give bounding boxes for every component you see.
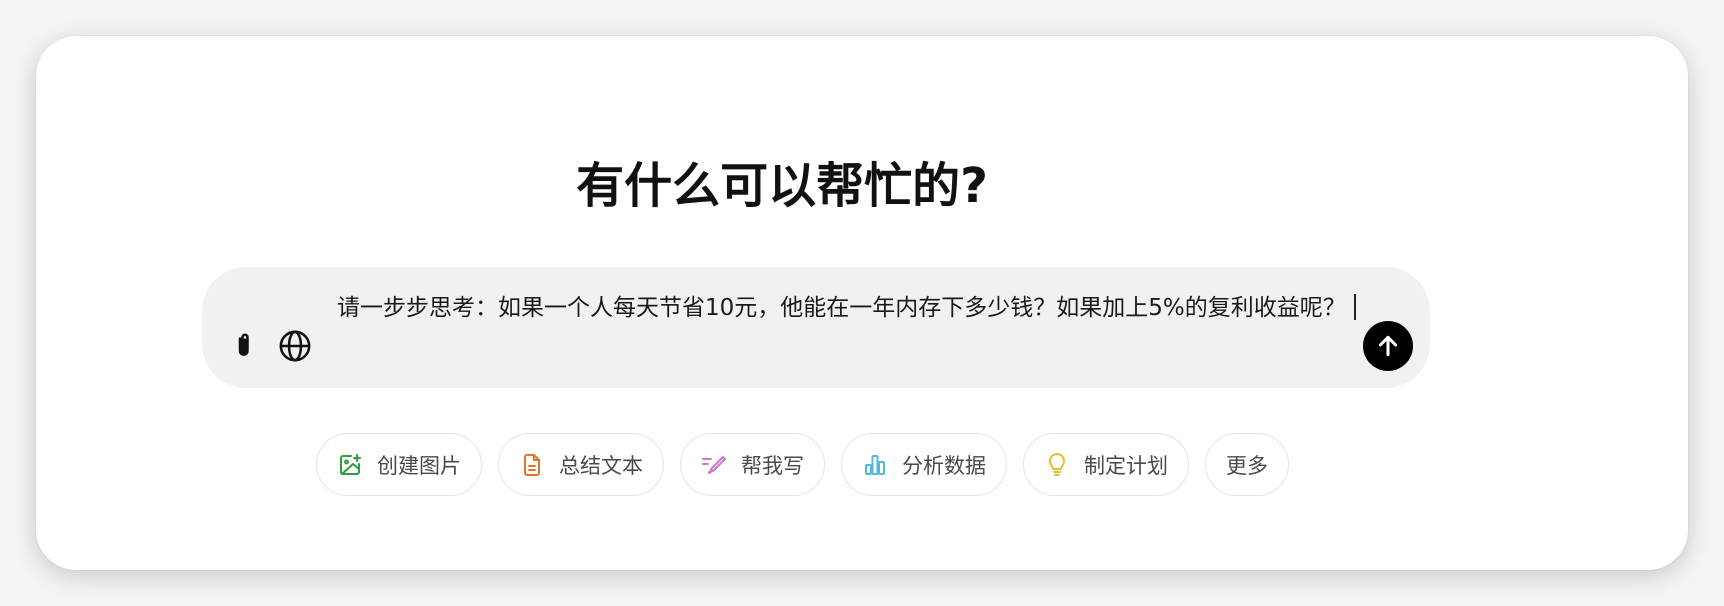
globe-icon xyxy=(279,330,311,362)
chip-label: 创建图片 xyxy=(377,453,461,478)
chip-analyze-data[interactable]: 分析数据 xyxy=(841,433,1007,496)
prompt-value: 请一步步思考：如果一个人每天节省10元，他能在一年内存下多少钱？如果加上5%的复… xyxy=(337,295,1346,321)
suggestion-chips: 创建图片 总结文本 帮我写 分析数据 制定计划 更多 xyxy=(316,433,1289,498)
chip-help-write[interactable]: 帮我写 xyxy=(680,433,825,496)
composer: 请一步步思考：如果一个人每天节省10元，他能在一年内存下多少钱？如果加上5%的复… xyxy=(202,267,1430,388)
chip-label: 制定计划 xyxy=(1084,453,1168,478)
arrow-up-icon xyxy=(1378,335,1398,357)
page-title: 有什么可以帮忙的? xyxy=(576,158,988,214)
lightbulb-icon xyxy=(1044,452,1070,478)
prompt-input[interactable]: 请一步步思考：如果一个人每天节省10元，他能在一年内存下多少钱？如果加上5%的复… xyxy=(337,289,1377,327)
chip-make-plan[interactable]: 制定计划 xyxy=(1023,433,1189,496)
send-button[interactable] xyxy=(1363,321,1413,371)
chip-summarize-text[interactable]: 总结文本 xyxy=(498,433,664,496)
chip-label: 总结文本 xyxy=(559,453,643,478)
web-search-button[interactable] xyxy=(274,325,316,367)
pen-icon xyxy=(701,452,727,478)
chip-label: 帮我写 xyxy=(741,453,804,478)
text-caret xyxy=(1353,294,1356,320)
chip-more[interactable]: 更多 xyxy=(1205,433,1289,496)
chat-card: 有什么可以帮忙的? 请一步步思考：如果一个人每天节省10元，他能在一年内存下多少… xyxy=(36,36,1688,570)
attach-button[interactable] xyxy=(224,325,266,367)
chip-label: 分析数据 xyxy=(902,453,986,478)
document-icon xyxy=(519,452,545,478)
paperclip-icon xyxy=(238,333,249,356)
chip-label: 更多 xyxy=(1226,453,1268,478)
bar-chart-icon xyxy=(862,452,888,478)
image-plus-icon xyxy=(337,452,363,478)
chip-create-image[interactable]: 创建图片 xyxy=(316,433,482,496)
